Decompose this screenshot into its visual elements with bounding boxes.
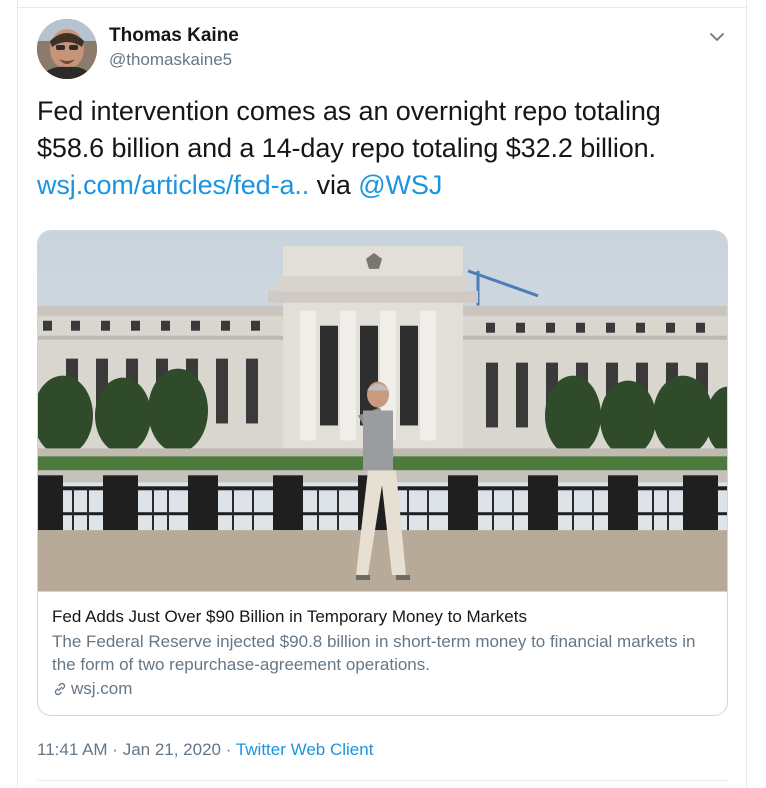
tweet-date[interactable]: Jan 21, 2020: [123, 740, 221, 759]
tweet-time[interactable]: 11:41 AM: [37, 740, 108, 759]
card-title: Fed Adds Just Over $90 Billion in Tempor…: [52, 607, 527, 626]
link-icon: [54, 682, 66, 696]
tweet-text-line: $58.6 billion and a 14-day repo totaling…: [37, 133, 656, 163]
card-domain: wsj.com: [52, 678, 715, 700]
card-body: Fed Adds Just Over $90 Billion in Tempor…: [38, 592, 727, 715]
card-domain-text: wsj.com: [71, 679, 133, 698]
link-card[interactable]: Fed Adds Just Over $90 Billion in Tempor…: [37, 230, 728, 716]
divider: [37, 780, 728, 781]
author-handle[interactable]: @thomaskaine5: [109, 50, 232, 70]
user-avatar-photo-icon: [37, 19, 97, 79]
author-name[interactable]: Thomas Kaine: [109, 25, 239, 47]
tweet-text: Fed intervention comes as an overnight r…: [37, 93, 737, 204]
tweet-text-line: Fed intervention comes as an overnight r…: [37, 96, 661, 126]
via-text: via: [309, 170, 359, 200]
tweet-link[interactable]: wsj.com/articles/fed-a..: [37, 170, 309, 200]
divider: [17, 7, 747, 8]
chevron-down-icon[interactable]: [706, 26, 728, 48]
tweet-meta: 11:41 AM · Jan 21, 2020 · Twitter Web Cl…: [37, 740, 373, 760]
mention-link[interactable]: @WSJ: [358, 170, 442, 200]
separator: ·: [107, 740, 123, 759]
avatar[interactable]: [37, 19, 97, 79]
tweet-client[interactable]: Twitter Web Client: [236, 740, 374, 759]
card-description: The Federal Reserve injected $90.8 billi…: [52, 632, 696, 674]
separator: ·: [221, 740, 236, 759]
federal-reserve-building-photo-icon: [38, 231, 727, 592]
